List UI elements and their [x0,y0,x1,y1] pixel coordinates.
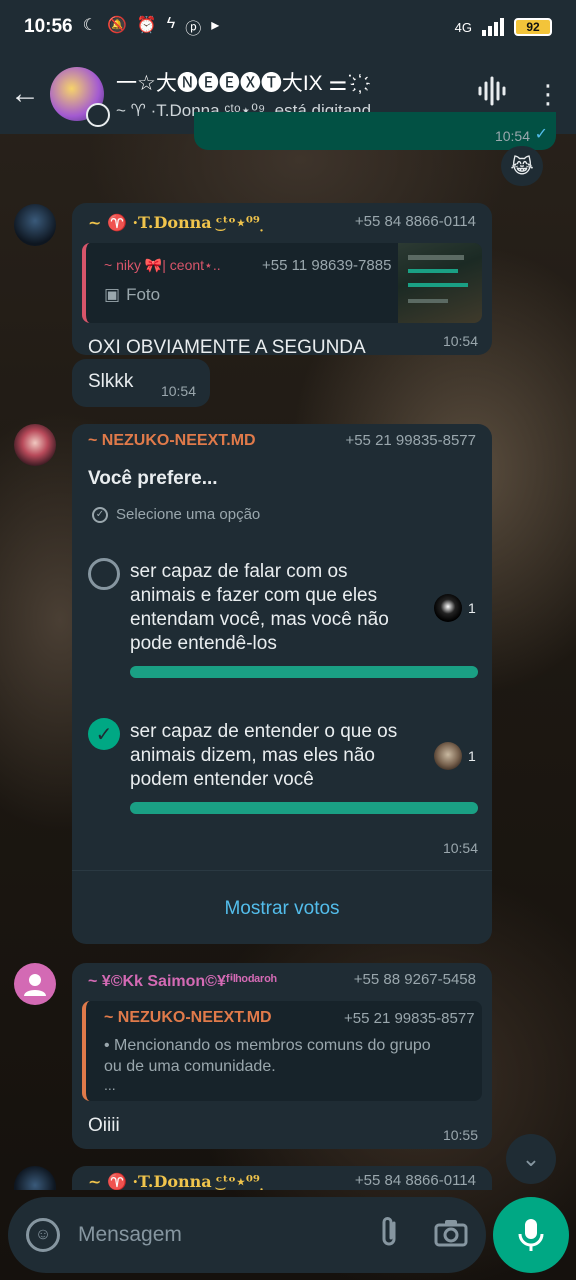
poll-vote-count: 1 [468,600,476,616]
mute-bell-icon: 🔕 [106,17,127,34]
default-user-icon [24,974,46,996]
battery-icon: 92 [514,18,552,36]
message-time: 10:54 [160,383,196,399]
message-text: Slkkk [88,371,134,392]
quoted-photo-thumbnail [398,243,482,323]
poll-vote-count: 1 [468,748,476,764]
poll-option-text: ser capaz de entender o que os animais d… [130,721,398,790]
mic-button[interactable] [493,1197,569,1273]
message-time: 10:54 [442,333,478,349]
message-time: 10:54 [494,128,530,144]
show-votes-button[interactable]: Mostrar votos [72,898,492,920]
camera-icon[interactable] [434,1219,468,1252]
community-badge-icon [86,103,110,127]
status-time: 10:56 [24,16,73,37]
more-options-icon[interactable]: ⋮ [520,79,576,110]
poll-question: Você prefere... [88,468,218,489]
emoji-icon[interactable]: ☺ [26,1218,60,1252]
message-bubble-partial[interactable]: ~ ♈ ·T.Donna ͜ᶜᵗᵒ⋆⁰⁹ ̣ +55 84 8866-0114 [72,1166,492,1190]
poll-radio-checked[interactable]: ✓ [88,718,120,750]
moon-icon: ☾ [82,17,97,34]
sender-name[interactable]: ~ ¥©Kk Saimon©¥ᶠⁱˡʰᵒᵈᵃʳᵒʰ [88,971,277,991]
quoted-more: ... [104,1077,116,1093]
divider [72,870,492,871]
quoted-phone: +55 11 98639-7885 [262,257,392,274]
group-avatar[interactable] [50,67,110,127]
attach-icon[interactable] [378,1215,400,1256]
alarm-icon: ⏰ [136,17,157,34]
quoted-sender: ~ NEZUKO-NEEXT.MD [104,1009,272,1026]
avatar[interactable] [14,963,56,1005]
sender-name[interactable]: ~ NEZUKO-NEEXT.MD [88,432,256,450]
quoted-message[interactable]: ~ niky 🎀| ceont⋆.. +55 11 98639-7885 ▣ F… [82,243,482,323]
poll-vote-bar-fill [130,666,478,678]
message-bubble[interactable]: Slkkk 10:54 [72,359,210,407]
sender-name[interactable]: ~ ♈ ·T.Donna ͜ᶜᵗᵒ⋆⁰⁹ ̣ [88,213,265,233]
sender-phone: +55 84 8866-0114 [354,1172,476,1189]
poll-option[interactable]: ✓ ser capaz de entender o que os animais… [88,716,478,826]
quoted-phone: +55 21 99835-8577 [344,1010,475,1027]
voter-avatar [434,594,462,622]
poll-vote-bar [130,666,478,678]
avatar[interactable] [14,204,56,246]
quoted-sender: ~ niky 🎀| ceont⋆.. [104,257,221,273]
network-type: 4G [454,19,472,35]
quoted-label: Foto [126,285,161,304]
message-time: 10:54 [442,840,478,856]
poll-message[interactable]: ~ NEZUKO-NEEXT.MD +55 21 99835-8577 Você… [72,424,492,944]
status-bar: 10:56 ☾ 🔕 ⏰ ϟ ⓟ ▸ 4G 92 [0,0,576,54]
signal-icon [482,18,504,36]
status-icons: ☾ 🔕 ⏰ ϟ ⓟ ▸ [83,15,220,39]
message-bubble[interactable]: ~ ♈ ·T.Donna ͜ᶜᵗᵒ⋆⁰⁹ ̣ +55 84 8866-0114 … [72,203,492,358]
reaction-badge[interactable]: 😹 [501,146,543,186]
mic-icon [518,1219,544,1251]
poll-option-text: ser capaz de falar com os animais e faze… [130,561,389,654]
message-input[interactable]: Mensagem [78,1223,378,1247]
back-arrow-icon[interactable]: ← [0,77,50,111]
message-text: Oiiii [88,1115,120,1136]
read-check-icon: ✓ [534,126,548,143]
poll-vote-bar [130,802,478,814]
quoted-text: • Mencionando os membros comuns do grupo… [104,1037,431,1075]
double-chevron-down-icon: ⌄ [521,1146,541,1171]
quoted-message[interactable]: ~ NEZUKO-NEEXT.MD +55 21 99835-8577 • Me… [82,1001,482,1101]
group-title: ⼀☆⼤🅝🅔🅔🅧🅣⼤IX ⚌˙ ҉ [116,72,361,95]
sender-phone: +55 88 9267-5458 [353,971,476,988]
message-time: 10:55 [442,1127,478,1143]
message-text: OXI OBVIAMENTE A SEGUNDA [88,337,366,358]
avatar[interactable] [14,424,56,466]
play-icon: ▸ [211,17,220,34]
outgoing-message-partial[interactable]: 10:54 ✓ [194,112,556,150]
poll-option[interactable]: ser capaz de falar com os animais e faze… [88,556,478,682]
scroll-down-button[interactable]: ⌄ [506,1134,556,1184]
poll-radio-unchecked[interactable] [88,558,120,590]
photo-icon: ▣ [104,285,121,304]
message-bubble[interactable]: ~ ¥©Kk Saimon©¥ᶠⁱˡʰᵒᵈᵃʳᵒʰ +55 88 9267-54… [72,963,492,1149]
battery-level: 92 [526,20,540,34]
poll-vote-bar-fill [130,802,478,814]
reaction-emoji: 😹 [510,155,534,178]
message-composer: ☺ Mensagem [8,1197,486,1273]
pinterest-icon: ⓟ [185,21,202,38]
voice-chat-icon[interactable] [464,75,520,114]
sender-phone: +55 84 8866-0114 [354,213,476,230]
check-circle-icon: ✓ [92,506,108,523]
poll-hint: Selecione uma opção [116,506,261,523]
bolt-icon: ϟ [166,15,176,32]
voter-avatar [434,742,462,770]
sender-name[interactable]: ~ ♈ ·T.Donna ͜ᶜᵗᵒ⋆⁰⁹ ̣ [88,1172,265,1190]
sender-phone: +55 21 99835-8577 [345,432,476,449]
